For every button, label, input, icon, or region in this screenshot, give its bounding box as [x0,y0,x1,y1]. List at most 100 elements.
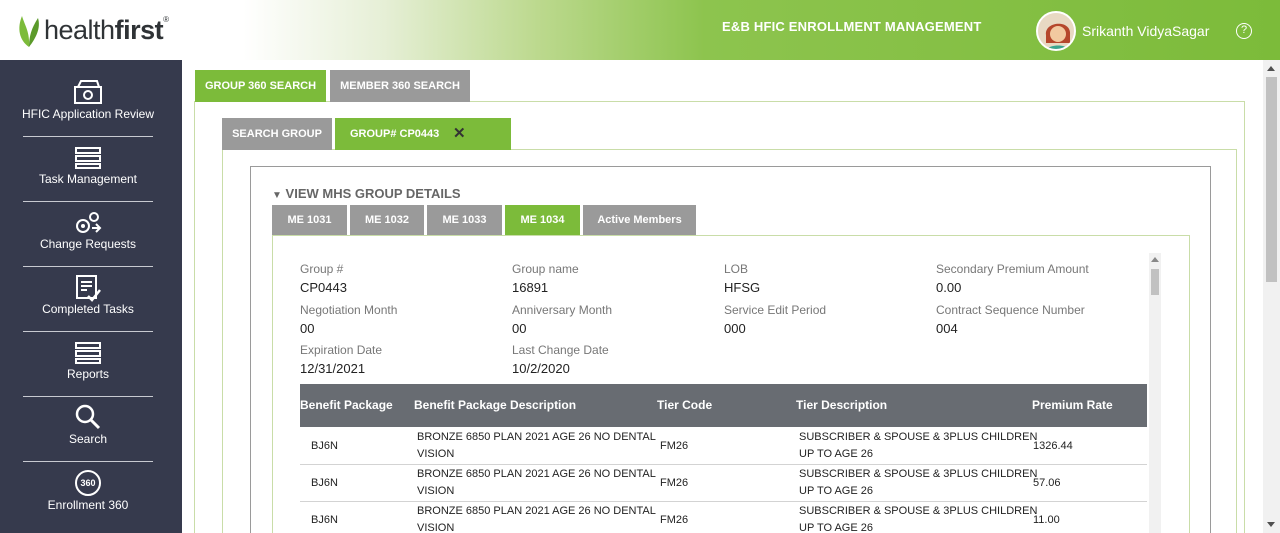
cell-description-line1: BRONZE 6850 PLAN 2021 AGE 26 NO DENTAL [417,505,656,517]
reports-icon [75,342,101,364]
change-requests-icon [76,212,102,233]
cell-tier-code: FM26 [660,514,689,526]
sidebar: HFIC Application Review Task Management … [0,60,182,533]
sidebar-item-completed-tasks[interactable]: Completed Tasks [23,267,153,332]
user-avatar[interactable] [1036,11,1076,51]
sidebar-item-search[interactable]: Search [23,397,153,462]
cell-tier-description-line1: SUBSCRIBER & SPOUSE & 3PLUS CHILDREN [799,468,1038,480]
tab-me-1034[interactable]: ME 1034 [505,205,580,236]
field-label-secondary-premium: Secondary Premium Amount [936,262,1089,276]
field-value-lob: HFSG [724,280,761,295]
benefit-table-header: Benefit Package Benefit Package Descript… [300,384,1147,427]
cell-tier-description-line1: SUBSCRIBER & SPOUSE & 3PLUS CHILDREN [799,505,1038,517]
cell-tier-description-line2: UP TO AGE 26 [799,485,873,497]
main-content: GROUP 360 SEARCH MEMBER 360 SEARCH SEARC… [182,60,1280,533]
sidebar-item-label: Change Requests [39,237,137,251]
task-management-icon [75,147,101,169]
sidebar-item-label: Task Management [38,172,138,186]
scrollbar-thumb[interactable] [1151,269,1159,295]
field-label-last-change-date: Last Change Date [512,343,609,357]
col-header-benefit-package-description[interactable]: Benefit Package Description [414,398,576,412]
tab-member-360-search[interactable]: MEMBER 360 SEARCH [330,70,470,102]
tab-group-cp0443[interactable]: GROUP# CP0443 ✕ [335,118,511,150]
scroll-up-arrow-icon[interactable] [1151,257,1159,262]
cell-premium-rate: 11.00 [1033,514,1060,526]
cell-description-line2: VISION [417,522,455,533]
details-scrollbar[interactable] [1149,253,1161,533]
cell-benefit-package: BJ6N [311,440,338,452]
table-row[interactable]: BJ6N BRONZE 6850 PLAN 2021 AGE 26 NO DEN… [300,465,1147,502]
tab-group-360-search[interactable]: GROUP 360 SEARCH [195,70,326,102]
field-value-group-num: CP0443 [300,280,347,295]
field-value-last-change-date: 10/2/2020 [512,361,570,376]
help-icon[interactable]: ? [1236,23,1252,39]
scroll-up-arrow-icon[interactable] [1267,66,1275,71]
col-header-tier-description[interactable]: Tier Description [796,398,887,412]
close-icon[interactable]: ✕ [453,118,466,150]
field-value-group-name: 16891 [512,280,549,295]
table-row[interactable]: BJ6N BRONZE 6850 PLAN 2021 AGE 26 NO DEN… [300,502,1147,533]
sidebar-item-label: HFIC Application Review [21,107,155,121]
cell-benefit-package: BJ6N [311,477,338,489]
healthfirst-logo[interactable]: healthfirst® [16,12,169,48]
field-value-negotiation-month: 00 [300,321,315,336]
tab-me-1031[interactable]: ME 1031 [272,205,347,236]
app-header: healthfirst® E&B HFIC ENROLLMENT MANAGEM… [0,0,1280,60]
cell-description-line2: VISION [417,485,455,497]
cell-tier-code: FM26 [660,477,689,489]
field-value-anniversary-month: 00 [512,321,527,336]
section-title: VIEW MHS GROUP DETAILS [285,186,461,201]
sidebar-item-change-requests[interactable]: Change Requests [23,202,153,267]
tab-search-group[interactable]: SEARCH GROUP [222,118,332,150]
sidebar-item-hfic-application-review[interactable]: HFIC Application Review [22,73,154,138]
field-label-group-name: Group name [512,262,579,276]
app-title: E&B HFIC ENROLLMENT MANAGEMENT [722,19,982,34]
sidebar-item-label: Reports [66,367,110,381]
field-value-expiration-date: 12/31/2021 [300,361,366,376]
sidebar-item-reports[interactable]: Reports [23,332,153,397]
section-header[interactable]: ▼ VIEW MHS GROUP DETAILS [272,186,461,201]
logo-text: healthfirst® [44,14,169,45]
field-label-service-edit-period: Service Edit Period [724,303,827,317]
user-name[interactable]: Srikanth VidyaSagar [1082,23,1209,39]
page-scrollbar[interactable] [1263,60,1280,533]
enrollment-360-icon: 360 [75,470,101,496]
cell-description-line2: VISION [417,448,455,460]
sidebar-item-task-management[interactable]: Task Management [23,137,153,202]
cell-premium-rate: 1326.44 [1033,440,1073,452]
field-label-expiration-date: Expiration Date [300,343,383,357]
cell-tier-description-line1: SUBSCRIBER & SPOUSE & 3PLUS CHILDREN [799,431,1038,443]
sidebar-item-label: Enrollment 360 [47,498,129,512]
sidebar-item-enrollment-360[interactable]: 360 Enrollment 360 [23,462,153,527]
field-label-anniversary-month: Anniversary Month [512,303,613,317]
collapse-toggle-icon: ▼ [272,190,282,201]
cell-tier-code: FM26 [660,440,689,452]
application-review-icon [74,80,102,104]
field-label-negotiation-month: Negotiation Month [300,303,398,317]
col-header-benefit-package[interactable]: Benefit Package [300,398,393,412]
cell-tier-description-line2: UP TO AGE 26 [799,522,873,533]
avatar-icon [1038,13,1074,49]
scrollbar-thumb[interactable] [1266,77,1277,282]
field-value-service-edit-period: 000 [724,321,746,336]
sidebar-item-label: Completed Tasks [42,302,134,316]
cell-description-line1: BRONZE 6850 PLAN 2021 AGE 26 NO DENTAL [417,468,656,480]
col-header-premium-rate[interactable]: Premium Rate [1032,398,1113,412]
field-label-lob: LOB [724,262,749,276]
field-value-secondary-premium: 0.00 [936,280,962,295]
tab-me-1032[interactable]: ME 1032 [350,205,424,236]
scroll-down-arrow-icon[interactable] [1267,522,1275,527]
cell-description-line1: BRONZE 6850 PLAN 2021 AGE 26 NO DENTAL [417,431,656,443]
tab-me-1033[interactable]: ME 1033 [427,205,502,236]
cell-benefit-package: BJ6N [311,514,338,526]
table-row[interactable]: BJ6N BRONZE 6850 PLAN 2021 AGE 26 NO DEN… [300,428,1147,465]
cell-premium-rate: 57.06 [1033,477,1061,489]
field-label-group-num: Group # [300,262,344,276]
col-header-tier-code[interactable]: Tier Code [657,398,712,412]
search-icon [75,404,101,430]
leaf-icon [19,16,39,47]
sidebar-item-label: Search [68,432,108,446]
tab-active-members[interactable]: Active Members [583,205,696,236]
field-label-contract-sequence: Contract Sequence Number [936,303,1085,317]
tab-label: GROUP# CP0443 [350,128,440,140]
